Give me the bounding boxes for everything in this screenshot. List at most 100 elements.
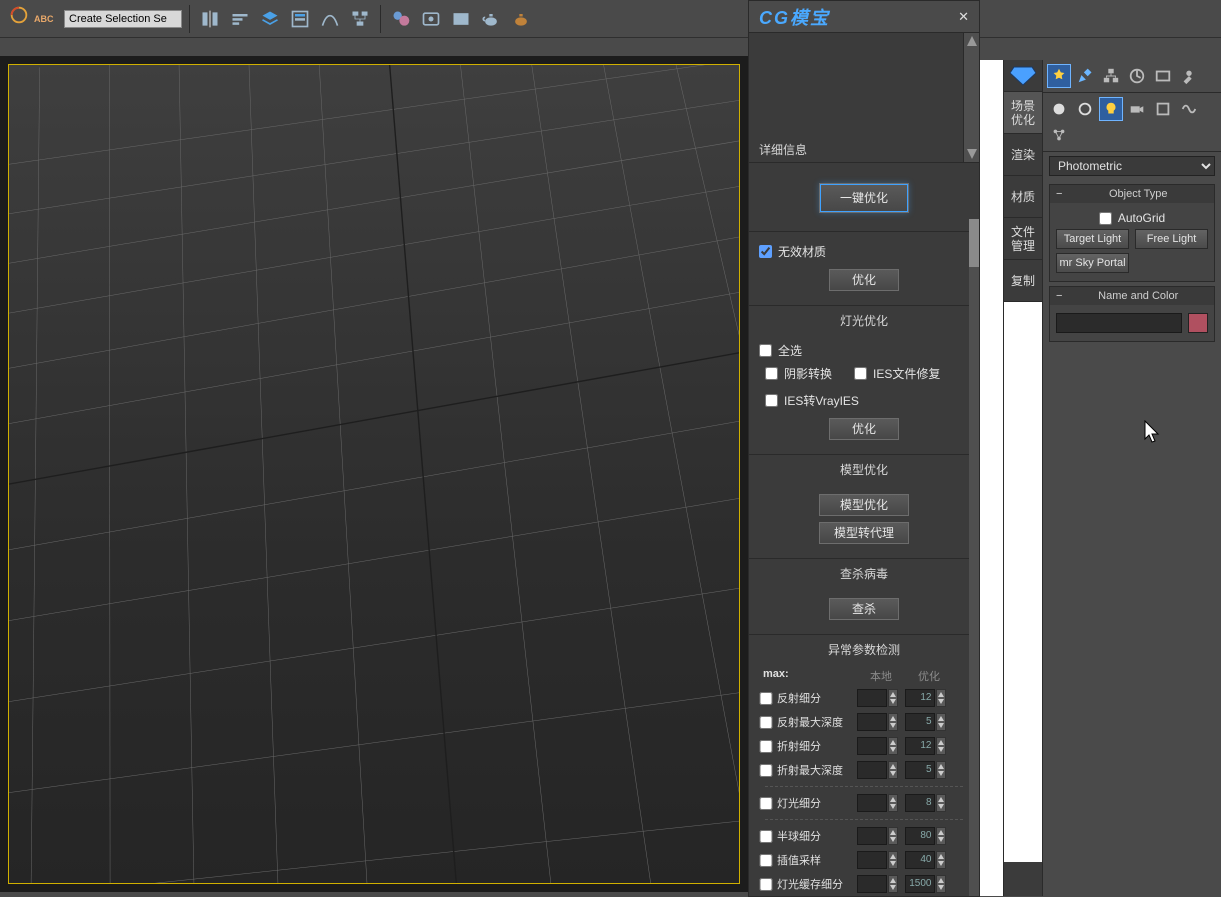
optimize-material-button[interactable]: 优化 xyxy=(829,269,899,291)
panel-resize-splitter[interactable] xyxy=(980,60,1003,896)
object-name-input[interactable] xyxy=(1056,313,1182,333)
param-checkbox[interactable] xyxy=(759,830,773,843)
invalid-material-checkbox[interactable] xyxy=(759,245,772,258)
spinner-icon[interactable] xyxy=(888,737,898,755)
layers-icon[interactable] xyxy=(257,6,283,32)
spinner-icon[interactable] xyxy=(936,827,946,845)
param-opt-field[interactable]: 80 xyxy=(905,827,935,845)
object-color-swatch[interactable] xyxy=(1188,313,1208,333)
layer-manager-icon[interactable] xyxy=(287,6,313,32)
param-local-field[interactable] xyxy=(857,713,887,731)
render-frame-icon[interactable] xyxy=(448,6,474,32)
systems-icon[interactable] xyxy=(1047,123,1071,147)
geometry-icon[interactable] xyxy=(1047,97,1071,121)
spinner-icon[interactable] xyxy=(936,737,946,755)
shapes-icon[interactable] xyxy=(1073,97,1097,121)
material-editor-icon[interactable] xyxy=(388,6,414,32)
spinner-icon[interactable] xyxy=(936,713,946,731)
spacewarps-icon[interactable] xyxy=(1177,97,1201,121)
autogrid-checkbox[interactable] xyxy=(1099,212,1112,225)
rollout-collapse-icon[interactable]: − xyxy=(1056,290,1062,302)
ies-to-vray-checkbox[interactable] xyxy=(765,394,778,407)
render-setup-icon[interactable] xyxy=(418,6,444,32)
selection-set-dropdown[interactable] xyxy=(64,10,182,28)
spinner-icon[interactable] xyxy=(936,689,946,707)
curve-editor-icon[interactable] xyxy=(317,6,343,32)
param-label: 折射细分 xyxy=(773,738,853,754)
align-icon[interactable] xyxy=(227,6,253,32)
rollout-collapse-icon[interactable]: − xyxy=(1056,188,1062,200)
hierarchy-tab-icon[interactable] xyxy=(1099,64,1123,88)
param-local-field[interactable] xyxy=(857,794,887,812)
model-optimize-button[interactable]: 模型优化 xyxy=(819,494,909,516)
shadow-conversion-checkbox[interactable] xyxy=(765,367,778,380)
spinner-icon[interactable] xyxy=(888,713,898,731)
param-checkbox[interactable] xyxy=(759,764,773,777)
lights-icon[interactable] xyxy=(1099,97,1123,121)
spinner-icon[interactable] xyxy=(888,794,898,812)
param-opt-field[interactable]: 40 xyxy=(905,851,935,869)
side-tab[interactable]: 场景 优化 xyxy=(1004,92,1042,134)
cg-body-scrollbar[interactable] xyxy=(969,219,979,896)
command-panel-tabs xyxy=(1043,60,1221,93)
cg-diamond-icon[interactable] xyxy=(1004,60,1042,92)
mirror-icon[interactable] xyxy=(197,6,223,32)
param-opt-field[interactable]: 5 xyxy=(905,713,935,731)
light-category-dropdown[interactable]: Photometric xyxy=(1049,156,1215,176)
teapot-production-icon[interactable] xyxy=(508,6,534,32)
param-local-field[interactable] xyxy=(857,761,887,779)
param-opt-field[interactable]: 8 xyxy=(905,794,935,812)
create-tab-icon[interactable] xyxy=(1047,64,1071,88)
spinner-icon[interactable] xyxy=(888,875,898,893)
schematic-view-icon[interactable] xyxy=(347,6,373,32)
ies-file-fix-checkbox[interactable] xyxy=(854,367,867,380)
side-tab[interactable]: 复制 xyxy=(1004,260,1042,302)
param-local-field[interactable] xyxy=(857,737,887,755)
select-all-checkbox[interactable] xyxy=(759,344,772,357)
free-light-button[interactable]: Free Light xyxy=(1135,229,1208,249)
teapot-render-icon[interactable] xyxy=(478,6,504,32)
param-opt-field[interactable]: 12 xyxy=(905,737,935,755)
param-checkbox[interactable] xyxy=(759,854,773,867)
spinner-icon[interactable] xyxy=(888,689,898,707)
side-tab[interactable]: 材质 xyxy=(1004,176,1042,218)
arc-rotate-icon[interactable] xyxy=(8,4,30,26)
param-opt-field[interactable]: 1500 xyxy=(905,875,935,893)
preview-scrollbar[interactable] xyxy=(963,33,979,162)
spinner-icon[interactable] xyxy=(888,761,898,779)
param-checkbox[interactable] xyxy=(759,797,773,810)
target-light-button[interactable]: Target Light xyxy=(1056,229,1129,249)
param-opt-field[interactable]: 12 xyxy=(905,689,935,707)
close-icon[interactable]: ✕ xyxy=(958,9,969,25)
side-tab[interactable]: 文件 管理 xyxy=(1004,218,1042,260)
mr-sky-portal-button[interactable]: mr Sky Portal xyxy=(1056,253,1129,273)
param-local-field[interactable] xyxy=(857,827,887,845)
param-checkbox[interactable] xyxy=(759,740,773,753)
helpers-icon[interactable] xyxy=(1151,97,1175,121)
perspective-viewport[interactable] xyxy=(8,64,740,884)
motion-tab-icon[interactable] xyxy=(1125,64,1149,88)
kill-virus-button[interactable]: 查杀 xyxy=(829,598,899,620)
param-checkbox[interactable] xyxy=(759,716,773,729)
spinner-icon[interactable] xyxy=(936,851,946,869)
param-local-field[interactable] xyxy=(857,875,887,893)
param-local-field[interactable] xyxy=(857,689,887,707)
model-to-proxy-button[interactable]: 模型转代理 xyxy=(819,522,909,544)
param-opt-field[interactable]: 5 xyxy=(905,761,935,779)
side-tab[interactable]: 渲染 xyxy=(1004,134,1042,176)
one-click-optimize-button[interactable]: 一键优化 xyxy=(819,183,909,213)
spinner-icon[interactable] xyxy=(936,761,946,779)
optimize-lighting-button[interactable]: 优化 xyxy=(829,418,899,440)
spinner-icon[interactable] xyxy=(936,875,946,893)
param-local-field[interactable] xyxy=(857,851,887,869)
cameras-icon[interactable] xyxy=(1125,97,1149,121)
spinner-icon[interactable] xyxy=(888,827,898,845)
spinner-icon[interactable] xyxy=(888,851,898,869)
modify-tab-icon[interactable] xyxy=(1073,64,1097,88)
param-checkbox[interactable] xyxy=(759,692,773,705)
utilities-tab-icon[interactable] xyxy=(1177,64,1201,88)
cg-scrollbar-thumb[interactable] xyxy=(969,219,979,267)
display-tab-icon[interactable] xyxy=(1151,64,1175,88)
spinner-icon[interactable] xyxy=(936,794,946,812)
param-checkbox[interactable] xyxy=(759,878,773,891)
